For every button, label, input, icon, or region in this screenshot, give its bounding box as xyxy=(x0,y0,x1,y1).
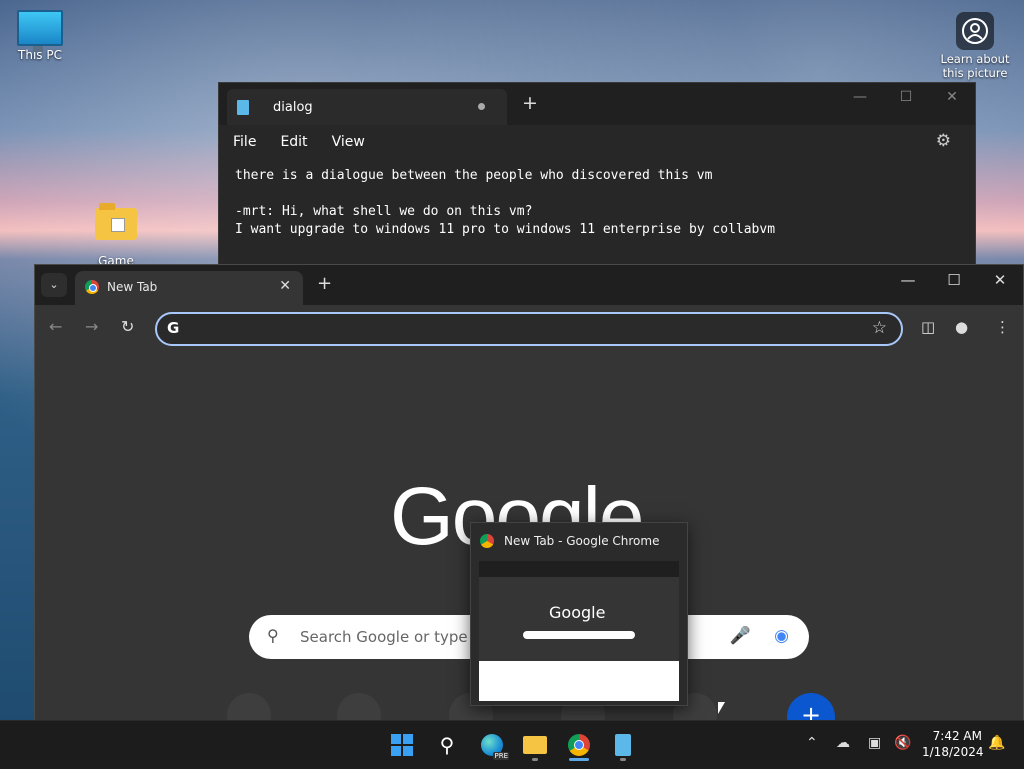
monitor-icon xyxy=(17,10,63,52)
bookmark-star-icon[interactable]: ☆ xyxy=(872,318,887,338)
notepad-new-tab-button[interactable]: + xyxy=(522,92,538,114)
show-hidden-icons-chevron-icon[interactable]: ⌃ xyxy=(806,735,818,751)
search-icon: ⚲ xyxy=(267,626,279,645)
notepad-menubar: File Edit View ⚙ xyxy=(219,125,975,159)
unsaved-dot-icon[interactable] xyxy=(478,103,485,110)
menu-kebab-icon[interactable]: ⋮ xyxy=(995,318,1010,336)
forward-arrow-icon[interactable]: → xyxy=(85,317,98,336)
side-panel-icon[interactable]: ◫ xyxy=(921,318,935,336)
close-button[interactable]: ✕ xyxy=(929,83,975,113)
add-shortcut-button[interactable]: + xyxy=(787,693,835,721)
start-button[interactable] xyxy=(384,727,420,763)
text-line: -mrt: Hi, what shell we do on this vm? xyxy=(235,204,533,219)
windows-logo-icon xyxy=(391,734,413,756)
profile-avatar-icon[interactable]: ● xyxy=(955,318,968,336)
edge-icon: PRE xyxy=(481,734,509,760)
notepad-window: dialog + — ☐ ✕ File Edit View ⚙ there is… xyxy=(218,82,976,274)
chrome-minimize-button[interactable]: — xyxy=(885,271,931,289)
settings-gear-icon[interactable]: ⚙ xyxy=(936,131,951,151)
onedrive-cloud-icon[interactable]: ☁ xyxy=(836,735,850,751)
clock-date: 1/18/2024 xyxy=(922,745,984,759)
preview-thumbnail: Google xyxy=(479,561,679,701)
notepad-icon xyxy=(615,734,631,756)
chrome-tab-title: New Tab xyxy=(107,280,158,294)
chrome-tabstrip[interactable]: ⌄ New Tab ✕ + — ☐ ✕ xyxy=(35,265,1023,305)
search-icon: ⚲ xyxy=(439,733,455,757)
address-bar[interactable]: G ☆ xyxy=(155,312,903,346)
text-line xyxy=(235,185,959,203)
camera-info-icon xyxy=(956,12,994,50)
notepad-tab-title: dialog xyxy=(273,99,313,115)
folder-icon xyxy=(95,203,137,240)
chrome-toolbar: ← → ↻ G ☆ ◫ ● ⋮ xyxy=(35,305,1023,353)
chrome-new-tab-button[interactable]: + xyxy=(317,273,332,294)
active-indicator xyxy=(569,758,589,761)
chrome-favicon-icon xyxy=(480,534,494,548)
volume-muted-icon[interactable]: 🔇 xyxy=(894,735,911,751)
network-icon[interactable]: ▣ xyxy=(868,735,881,751)
shortcut-ip[interactable] xyxy=(337,693,381,721)
notepad-icon xyxy=(237,99,249,115)
google-g-icon: G xyxy=(167,319,180,337)
menu-edit[interactable]: Edit xyxy=(280,134,307,150)
menu-view[interactable]: View xyxy=(332,134,365,150)
clock-time: 7:42 AM xyxy=(932,729,982,743)
text-line: I want upgrade to windows 11 pro to wind… xyxy=(235,222,776,237)
chrome-close-button[interactable]: ✕ xyxy=(977,271,1023,289)
notepad-tab[interactable]: dialog xyxy=(227,89,507,125)
chrome-tab[interactable]: New Tab ✕ xyxy=(75,271,303,305)
google-lens-icon[interactable]: ◉ xyxy=(774,626,789,646)
chrome-favicon-icon xyxy=(85,280,99,294)
chrome-maximize-button[interactable]: ☐ xyxy=(931,271,977,289)
running-indicator xyxy=(532,758,538,761)
chrome-icon xyxy=(568,734,590,756)
running-indicator xyxy=(620,758,626,761)
taskbar-edge-button[interactable]: PRE xyxy=(474,727,510,763)
voice-search-icon[interactable]: 🎤 xyxy=(730,626,751,646)
clock[interactable]: 7:42 AM 1/18/2024 xyxy=(922,728,984,760)
taskbar-notepad-button[interactable] xyxy=(605,727,641,763)
text-line: there is a dialogue between the people w… xyxy=(235,168,713,183)
preview-title: New Tab - Google Chrome xyxy=(504,534,660,548)
tab-search-chevron-icon[interactable]: ⌄ xyxy=(41,273,67,297)
taskbar-chrome-button[interactable] xyxy=(561,727,597,763)
mouse-cursor-icon xyxy=(718,702,725,714)
taskbar-file-explorer-button[interactable] xyxy=(517,727,553,763)
notification-bell-icon[interactable]: 🔔 xyxy=(988,735,1005,751)
desktop-icon-label: Learn about this picture xyxy=(940,52,1010,80)
reload-icon[interactable]: ↻ xyxy=(121,317,134,336)
taskbar-thumbnail-preview[interactable]: New Tab - Google Chrome Google xyxy=(470,522,688,706)
desktop-icon-this-pc[interactable]: This PC xyxy=(0,10,80,62)
tab-close-icon[interactable]: ✕ xyxy=(279,278,291,294)
edge-preview-badge: PRE xyxy=(493,752,509,760)
taskbar: ⚲ PRE ⌃ ☁ ▣ 🔇 7:42 AM 1/18/2024 🔔 xyxy=(0,720,1024,769)
preview-google-logo: Google xyxy=(549,603,606,622)
notepad-text-area[interactable]: there is a dialogue between the people w… xyxy=(219,159,975,247)
desktop-icon-learn-picture[interactable]: Learn about this picture xyxy=(935,12,1015,80)
shortcut-github[interactable] xyxy=(227,693,271,721)
folder-icon xyxy=(523,736,547,754)
back-arrow-icon[interactable]: ← xyxy=(49,317,62,336)
taskbar-search-button[interactable]: ⚲ xyxy=(429,727,465,763)
maximize-button[interactable]: ☐ xyxy=(883,83,929,113)
notepad-titlebar[interactable]: dialog + — ☐ ✕ xyxy=(219,83,975,125)
minimize-button[interactable]: — xyxy=(837,83,883,113)
menu-file[interactable]: File xyxy=(233,134,256,150)
